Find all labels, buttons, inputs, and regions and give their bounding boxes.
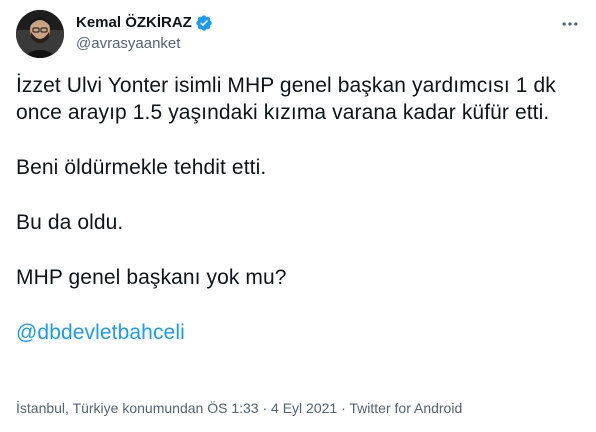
tweet-card: Kemal ÖZKİRAZ @avrasyaanket İzzet Ulvi Y… [0, 0, 596, 432]
tweet-time[interactable]: ÖS 1:33 [207, 400, 258, 416]
tweet-source[interactable]: Twitter for Android [349, 400, 462, 416]
user-avatar-icon [16, 10, 64, 58]
tweet-paragraph: Beni öldürmekle tehdit etti. [16, 156, 267, 179]
mention-paragraph: @dbdevletbahceli [16, 319, 588, 346]
author-block: Kemal ÖZKİRAZ @avrasyaanket [76, 13, 213, 54]
tweet-metadata: İstanbul, Türkiye konumundan ÖS 1:33 · 4… [16, 398, 462, 418]
tweet-paragraph: Bu da oldu. [16, 211, 124, 234]
meta-separator: · [262, 400, 268, 416]
tweet-text: İzzet Ulvi Yonter isimli MHP genel başka… [16, 72, 588, 374]
meta-separator: · [341, 400, 346, 416]
verified-badge-icon [195, 14, 213, 32]
tweet-paragraph: MHP genel başkanı yok mu? [16, 266, 287, 289]
user-handle[interactable]: @avrasyaanket [76, 34, 213, 54]
name-row: Kemal ÖZKİRAZ [76, 13, 213, 33]
more-options-button[interactable] [558, 12, 582, 36]
tweet-paragraph: İzzet Ulvi Yonter isimli MHP genel başka… [16, 74, 556, 124]
avatar[interactable] [16, 10, 64, 58]
tweet-date[interactable]: 4 Eyl 2021 [271, 400, 337, 416]
mention-link[interactable]: @dbdevletbahceli [16, 321, 185, 344]
more-options-icon [562, 22, 578, 26]
tweet-location[interactable]: İstanbul, Türkiye konumundan [16, 400, 203, 416]
display-name[interactable]: Kemal ÖZKİRAZ [76, 13, 192, 33]
